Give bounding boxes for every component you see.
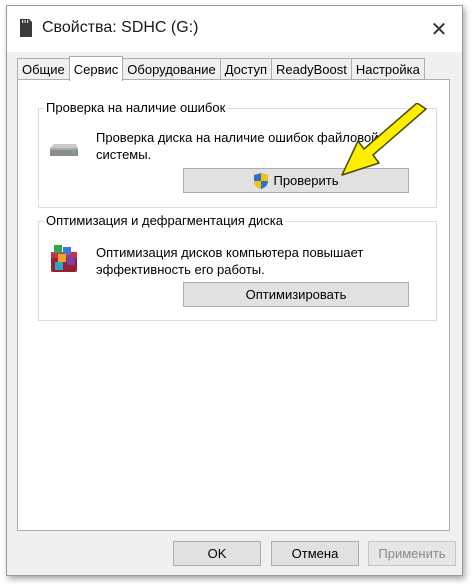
title-bar[interactable]: Свойства: SDHC (G:) ✕ <box>7 6 462 52</box>
drive-icon <box>50 144 78 156</box>
close-icon: ✕ <box>430 18 448 41</box>
optimize-title: Оптимизация и дефрагментация диска <box>44 213 285 228</box>
apply-button[interactable]: Применить <box>368 541 456 566</box>
check-button-label: Проверить <box>273 173 339 188</box>
tab-general[interactable]: Общие <box>17 58 70 80</box>
sd-card-icon <box>20 19 32 37</box>
ok-button[interactable]: OK <box>173 541 261 566</box>
optimize-button[interactable]: Оптимизировать <box>183 282 409 307</box>
close-button[interactable]: ✕ <box>422 14 456 44</box>
error-check-title: Проверка на наличие ошибок <box>44 100 228 115</box>
cancel-button-label: Отмена <box>291 546 339 561</box>
tab-customize[interactable]: Настройка <box>350 58 425 80</box>
properties-dialog: Свойства: SDHC (G:) ✕ Общие Сервис Обору… <box>6 5 463 576</box>
optimize-group: Оптимизация и дефрагментация диска Оптим… <box>38 213 437 321</box>
defrag-icon <box>51 245 77 272</box>
optimize-description: Оптимизация дисков компьютера повышает э… <box>96 245 364 277</box>
tab-hardware[interactable]: Оборудование <box>122 58 221 80</box>
annotation-arrow-icon <box>341 103 427 176</box>
tab-sharing[interactable]: Доступ <box>219 58 273 80</box>
window-title: Свойства: SDHC (G:) <box>42 19 199 36</box>
ok-button-label: OK <box>207 546 227 561</box>
cancel-button[interactable]: Отмена <box>271 541 359 566</box>
tab-readyboost[interactable]: ReadyBoost <box>271 58 352 80</box>
apply-button-label: Применить <box>378 546 446 561</box>
tab-service[interactable]: Сервис <box>68 56 124 81</box>
optimize-button-label: Оптимизировать <box>245 287 347 302</box>
tab-strip: Общие Сервис Оборудование Доступ ReadyBo… <box>17 56 425 81</box>
uac-shield-icon <box>254 172 269 189</box>
